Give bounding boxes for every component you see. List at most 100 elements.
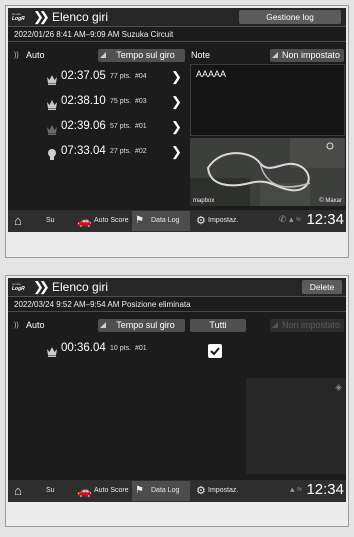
note-label: Note [191,50,211,60]
mapbox-label: mapbox [193,198,215,204]
lap-row[interactable]: 02:38.10 75 pts. #03 ❯ [8,94,190,114]
lap-points-value: 57 pts. [110,123,132,130]
maxar-attribution: © Maxar [319,198,342,204]
lap-points-value: 10 pts. [110,345,132,352]
lap-row[interactable]: 00:36.04 10 pts. #01 [8,341,190,361]
delete-button[interactable]: Delete [302,280,342,294]
lap-number: #02 [135,148,147,155]
double-chevron-icon: ❯❯ [33,9,50,24]
note-text: AAAAA [196,69,227,79]
chevron-right-icon[interactable]: ❯ [171,119,182,135]
crown-icon [46,344,58,357]
lap-row[interactable]: 02:39.06 57 pts. #01 ❯ [8,119,190,139]
clock: 12:34 [306,481,344,498]
medal-icon [46,147,58,160]
header-bar: Honda LogR ❯❯ Elenco giri Gestione log [8,8,346,27]
footer-settings-button[interactable]: Impostaz. [208,210,238,232]
screenshot-panel-1: Honda LogR ❯❯ Elenco giri Gestione log 2… [5,5,349,258]
note-button-label: Non impostato [281,320,341,330]
lap-time: 02:38.10 [61,95,106,107]
footer-bar: ⌂ Su 🚗 Auto Score ⚑ Data Log ⚙ Impostaz.… [8,480,346,502]
divider [8,41,346,42]
mode-label: Auto [26,320,45,330]
note-box[interactable]: AAAAA [190,64,345,136]
double-chevron-icon: ❯❯ [33,279,50,294]
lap-points: 27 pts. #02 [110,148,147,155]
lap-number: #04 [135,73,147,80]
lap-points: 77 pts. #04 [110,73,147,80]
lap-time: 00:36.04 [61,342,106,354]
head-unit-screen-1: Honda LogR ❯❯ Elenco giri Gestione log 2… [8,8,346,232]
note-button-label: Non impostato [281,50,341,60]
lap-points: 57 pts. #01 [110,123,147,130]
lap-points-value: 75 pts. [110,98,132,105]
corner-tick-icon [100,322,106,328]
page-title: Elenco giri [52,280,109,294]
auto-signal-icon: )) [14,322,19,329]
corner-tick-icon [272,322,278,328]
header-bar: Honda LogR ❯❯ Elenco giri Delete [8,278,346,297]
divider [8,311,346,312]
lap-row[interactable]: 07:33.04 27 pts. #02 ❯ [8,144,190,164]
lap-time: 02:37.05 [61,70,106,82]
flag-icon: ⚑ [135,215,144,226]
sort-lap-time-button[interactable]: Tempo sul giro [98,49,185,62]
checkmark-icon [210,347,220,356]
footer-data-log-button[interactable]: Data Log [151,480,179,502]
footer-su-button[interactable]: Su [46,210,55,232]
lap-points: 10 pts. #01 [110,345,147,352]
footer-auto-score-button[interactable]: Auto Score [94,480,129,502]
corner-tick-icon [272,52,278,58]
lap-time: 02:39.06 [61,120,106,132]
mode-label: Auto [26,50,45,60]
gear-icon: ⚙ [196,485,206,497]
crown-icon [46,122,58,135]
logo-bottom-text: LogR [12,286,25,292]
sort-button-label: Tempo sul giro [116,320,175,330]
select-all-button[interactable]: Tutti [190,319,246,332]
compass-icon: ◈ [335,382,342,392]
track-map[interactable]: mapbox © Maxar [190,138,345,206]
lap-number: #01 [135,123,147,130]
lap-points-value: 27 pts. [110,148,132,155]
clock: 12:34 [306,211,344,228]
car-icon: 🚗 [77,214,92,228]
footer-data-log-button[interactable]: Data Log [151,210,179,232]
footer-settings-button[interactable]: Impostaz. [208,480,238,502]
chevron-right-icon[interactable]: ❯ [171,144,182,160]
crown-icon [46,97,58,110]
sort-button-label: Tempo sul giro [116,50,175,60]
screenshot-panel-2: Honda LogR ❯❯ Elenco giri Delete 2022/03… [5,275,349,527]
car-icon: 🚗 [77,484,92,498]
sort-lap-time-button[interactable]: Tempo sul giro [98,319,185,332]
flag-icon: ⚑ [135,485,144,496]
lap-number: #01 [135,345,147,352]
page-title: Elenco giri [52,10,109,24]
crown-icon [46,72,58,85]
signal-icon: ▴ ≈ [290,484,302,494]
lap-checkbox-checked[interactable] [208,344,222,358]
footer-auto-score-button[interactable]: Auto Score [94,210,129,232]
home-icon[interactable]: ⌂ [14,480,22,502]
auto-signal-icon: )) [14,52,19,59]
note-not-set-button[interactable]: Non impostato [270,49,344,62]
log-management-button[interactable]: Gestione log [239,10,341,24]
gear-icon: ⚙ [196,215,206,227]
chevron-right-icon[interactable]: ❯ [171,94,182,110]
session-subtitle: 2022/03/24 9:52 AM–9:54 AM Posizione eli… [14,300,191,309]
footer-su-button[interactable]: Su [46,480,55,502]
honda-logr-logo: Honda LogR [12,12,32,24]
chevron-right-icon[interactable]: ❯ [171,69,182,85]
note-not-set-button-disabled: Non impostato [270,319,344,332]
session-subtitle: 2022/01/26 8:41 AM–9:09 AM Suzuka Circui… [14,30,174,39]
honda-logr-logo: Honda LogR [12,282,32,294]
lap-points: 75 pts. #03 [110,98,147,105]
satellite-map-image [190,138,345,206]
corner-tick-icon [100,52,106,58]
lap-row[interactable]: 02:37.05 77 pts. #04 ❯ [8,69,190,89]
track-map-empty: ◈ [246,378,346,474]
signal-icon: ✆ ▴ ≈ [279,214,301,224]
head-unit-screen-2: Honda LogR ❯❯ Elenco giri Delete 2022/03… [8,278,346,502]
home-icon[interactable]: ⌂ [14,210,22,232]
lap-number: #03 [135,98,147,105]
